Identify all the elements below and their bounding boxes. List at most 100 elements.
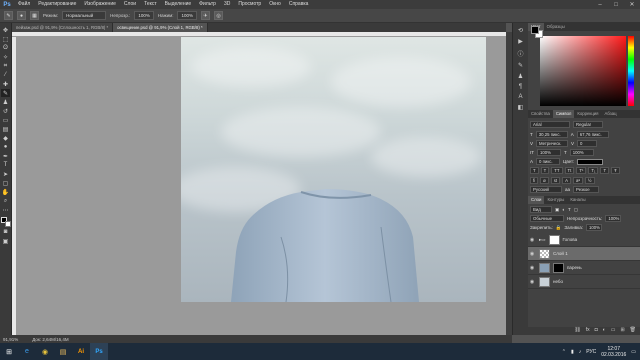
menu-image[interactable]: Изображение xyxy=(80,0,120,9)
menu-window[interactable]: Окно xyxy=(265,0,285,9)
layer-mask-thumbnail[interactable] xyxy=(553,262,564,273)
oldstyle-button[interactable]: ø xyxy=(540,177,549,184)
start-button-icon[interactable]: ⊞ xyxy=(0,343,18,360)
fill-field[interactable]: 100% xyxy=(586,224,602,231)
color-picker-field[interactable] xyxy=(540,36,626,106)
adjustment-layer-icon[interactable]: ◐ xyxy=(603,327,606,335)
ordinals-button[interactable]: aª xyxy=(573,177,583,184)
network-icon[interactable]: ▮ xyxy=(571,349,574,355)
layer-row[interactable]: ◉ небо xyxy=(528,275,640,289)
info-icon[interactable]: ⓘ xyxy=(517,49,523,58)
filter-adjust-icon[interactable]: ◐ xyxy=(562,207,565,212)
hand-tool-icon[interactable]: ✋ xyxy=(1,188,10,196)
ligature-button[interactable]: fi xyxy=(530,177,539,184)
new-group-icon[interactable]: ▭ xyxy=(611,327,616,335)
brush-panel-icon[interactable]: ▦ xyxy=(30,11,39,20)
character-icon[interactable]: A xyxy=(518,94,522,100)
text-color-swatch[interactable] xyxy=(577,158,604,165)
blur-tool-icon[interactable]: ◆ xyxy=(1,134,10,142)
language-select[interactable]: Русский xyxy=(530,186,562,193)
menu-view[interactable]: Просмотр xyxy=(234,0,265,9)
tab-properties[interactable]: Свойства xyxy=(528,110,553,118)
zoom-tool-icon[interactable]: ⌕ xyxy=(1,197,10,205)
gradient-tool-icon[interactable]: ▤ xyxy=(1,125,10,133)
maximize-button[interactable]: □ xyxy=(608,0,624,9)
strikethrough-button[interactable]: Ŧ xyxy=(611,167,620,174)
layer-mask-thumbnail[interactable] xyxy=(548,234,560,245)
eye-icon[interactable]: ◉ xyxy=(528,251,536,257)
menu-file[interactable]: Файл xyxy=(14,0,34,9)
superscript-button[interactable]: T¹ xyxy=(576,167,587,174)
delete-layer-icon[interactable]: 🗑 xyxy=(630,327,636,335)
document-canvas-image[interactable] xyxy=(181,37,486,302)
fx-icon[interactable]: fx xyxy=(586,327,590,335)
layer-thumbnail[interactable] xyxy=(539,276,550,287)
tray-arrow-icon[interactable]: ⌃ xyxy=(562,349,566,355)
filter-pixel-icon[interactable]: ▣ xyxy=(555,207,559,213)
screen-mode-icon[interactable]: ▣ xyxy=(1,237,10,245)
tool-presets-icon[interactable]: ◧ xyxy=(518,104,524,111)
hue-slider[interactable] xyxy=(628,36,634,106)
brush-tool-icon[interactable]: ✎ xyxy=(1,89,10,97)
antialias-select[interactable]: Резкое xyxy=(573,186,600,193)
notifications-icon[interactable]: ▭ xyxy=(631,349,636,355)
eye-icon[interactable]: ◉ xyxy=(528,279,536,285)
more-tools-icon[interactable]: ⋯ xyxy=(1,206,10,214)
eye-icon[interactable]: ◉ xyxy=(528,265,536,271)
lock-icon[interactable]: 🔒 xyxy=(556,225,562,231)
all-caps-button[interactable]: TT xyxy=(551,167,563,174)
tab-adjustments[interactable]: Коррекция xyxy=(574,110,601,118)
tab-layers[interactable]: Слои xyxy=(528,196,545,204)
color-swatches[interactable] xyxy=(0,217,11,227)
eye-icon[interactable]: ◉ xyxy=(528,237,536,243)
path-select-tool-icon[interactable]: ➤ xyxy=(1,170,10,178)
layer-row[interactable]: ◉ парень xyxy=(528,261,640,275)
layer-row[interactable]: ◉ ▸▭ Голова xyxy=(528,233,640,247)
quick-mask-icon[interactable]: ◙ xyxy=(1,228,10,236)
volume-icon[interactable]: ♪ xyxy=(579,349,582,355)
fractions-button[interactable]: ½ xyxy=(584,177,595,184)
tab-swatches[interactable]: Образцы xyxy=(544,23,568,31)
history-brush-icon[interactable]: ↺ xyxy=(1,107,10,115)
pen-tool-icon[interactable]: ✒ xyxy=(1,152,10,160)
menu-help[interactable]: Справка xyxy=(285,0,313,9)
small-caps-button[interactable]: Tt xyxy=(564,167,575,174)
add-mask-icon[interactable]: ◘ xyxy=(595,327,598,335)
menu-text[interactable]: Текст xyxy=(140,0,161,9)
menu-layers[interactable]: Слои xyxy=(120,0,140,9)
panel-foreground-color[interactable] xyxy=(531,26,539,34)
tab-character[interactable]: Символ xyxy=(552,110,575,118)
new-layer-icon[interactable]: ⊞ xyxy=(620,327,624,335)
clock[interactable]: 12:07 02.03.2016 xyxy=(601,346,626,358)
mode-select[interactable]: Нормальный xyxy=(62,11,107,20)
horizontal-scale-field[interactable]: 100% xyxy=(569,149,594,156)
dodge-tool-icon[interactable]: ● xyxy=(1,143,10,151)
photoshop-icon[interactable]: Ps xyxy=(90,343,108,360)
tab-paths[interactable]: Контуры xyxy=(544,196,567,204)
underline-button[interactable]: T xyxy=(600,167,610,174)
illustrator-icon[interactable]: Ai xyxy=(72,343,90,360)
flow-field[interactable]: 100% xyxy=(177,11,197,20)
leading-field[interactable]: 67,76 пикс. xyxy=(576,131,609,138)
alternates-button[interactable]: A xyxy=(562,177,571,184)
pressure-icon[interactable]: ◎ xyxy=(214,11,223,20)
brush-preset-icon[interactable]: ● xyxy=(17,11,26,20)
minimize-button[interactable]: – xyxy=(592,0,608,9)
tab-paragraph[interactable]: Абзац xyxy=(602,110,620,118)
history-icon[interactable]: ⟲ xyxy=(518,27,523,34)
faux-bold-button[interactable]: T xyxy=(530,167,539,174)
clone-source-icon[interactable]: ♟ xyxy=(518,73,523,80)
crop-tool-icon[interactable]: ⌗ xyxy=(1,62,10,70)
font-family-select[interactable]: Arial xyxy=(530,121,570,128)
healing-tool-icon[interactable]: ✚ xyxy=(1,80,10,88)
eyedropper-tool-icon[interactable]: ⁄ xyxy=(1,71,10,79)
actions-icon[interactable]: ▶ xyxy=(518,38,523,45)
explorer-icon[interactable]: ▤ xyxy=(54,343,72,360)
tab-landscape[interactable]: пейзаж.psd @ 91,9% (Сплошность 1, RGB/8)… xyxy=(12,23,114,32)
paragraph-icon[interactable]: ¶ xyxy=(519,84,522,90)
airbrush-icon[interactable]: ✈ xyxy=(201,11,210,20)
filter-shape-icon[interactable]: ▢ xyxy=(574,207,578,213)
font-size-field[interactable]: 30,25 пикс. xyxy=(535,131,568,138)
menu-select[interactable]: Выделение xyxy=(161,0,196,9)
move-tool-icon[interactable]: ✥ xyxy=(1,26,10,34)
